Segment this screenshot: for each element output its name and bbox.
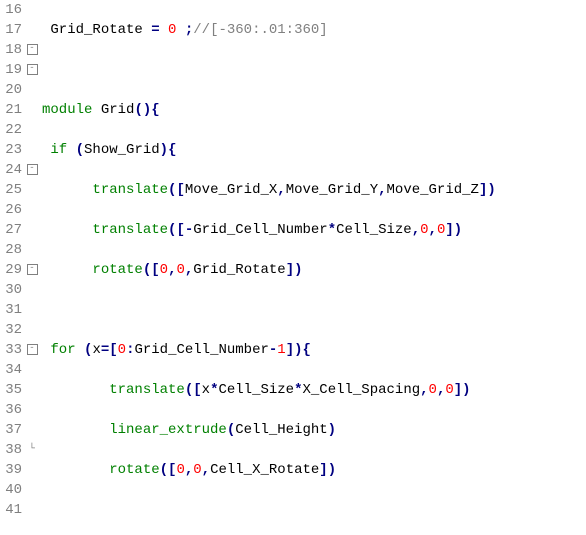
code-line[interactable] [42, 60, 586, 80]
fold-marker [26, 500, 38, 520]
fold-marker[interactable]: - [26, 340, 38, 360]
code-line[interactable]: translate([Move_Grid_X,Move_Grid_Y,Move_… [42, 180, 586, 200]
code-line[interactable]: translate([x*Cell_Size*X_Cell_Spacing,0,… [42, 380, 586, 400]
fold-marker[interactable]: - [26, 60, 38, 80]
line-number: 34 [0, 360, 22, 380]
code-line[interactable]: rotate([0,0,Grid_Rotate]) [42, 260, 586, 280]
line-number: 37 [0, 420, 22, 440]
line-number: 25 [0, 180, 22, 200]
fold-marker [26, 180, 38, 200]
fold-marker [26, 300, 38, 320]
line-number: 22 [0, 120, 22, 140]
fold-marker [26, 400, 38, 420]
code-line[interactable]: for (x=[0:Grid_Cell_Number-1]){ [42, 340, 586, 360]
line-number: 33 [0, 340, 22, 360]
line-number: 40 [0, 480, 22, 500]
fold-marker[interactable]: └ [26, 440, 38, 460]
fold-marker[interactable]: - [26, 160, 38, 180]
fold-marker [26, 120, 38, 140]
fold-gutter[interactable]: -----└ [26, 0, 38, 535]
line-number: 30 [0, 280, 22, 300]
code-line[interactable]: module Grid(){ [42, 100, 586, 120]
code-area[interactable]: Grid_Rotate = 0 ;//[-360:.01:360] module… [38, 0, 586, 535]
fold-marker [26, 480, 38, 500]
code-editor[interactable]: 1617181920212223242526272829303132333435… [0, 0, 586, 535]
fold-marker [26, 420, 38, 440]
fold-marker [26, 280, 38, 300]
line-number: 20 [0, 80, 22, 100]
code-line[interactable] [42, 500, 586, 520]
line-number: 21 [0, 100, 22, 120]
line-number: 23 [0, 140, 22, 160]
code-line[interactable]: translate([-Grid_Cell_Number*Cell_Size,0… [42, 220, 586, 240]
fold-marker [26, 220, 38, 240]
line-number: 39 [0, 460, 22, 480]
fold-marker[interactable]: - [26, 260, 38, 280]
line-number: 18 [0, 40, 22, 60]
line-number: 32 [0, 320, 22, 340]
line-number: 24 [0, 160, 22, 180]
line-number: 17 [0, 20, 22, 40]
fold-marker [26, 20, 38, 40]
fold-marker [26, 320, 38, 340]
line-number: 31 [0, 300, 22, 320]
fold-marker [26, 200, 38, 220]
line-number: 36 [0, 400, 22, 420]
code-line[interactable]: rotate([0,0,Cell_X_Rotate]) [42, 460, 586, 480]
line-number: 28 [0, 240, 22, 260]
fold-marker [26, 140, 38, 160]
line-number: 38 [0, 440, 22, 460]
line-number: 41 [0, 500, 22, 520]
line-number: 29 [0, 260, 22, 280]
fold-marker [26, 360, 38, 380]
line-number: 26 [0, 200, 22, 220]
line-number: 27 [0, 220, 22, 240]
line-number: 16 [0, 0, 22, 20]
line-number: 19 [0, 60, 22, 80]
line-number: 35 [0, 380, 22, 400]
fold-marker [26, 240, 38, 260]
code-line[interactable]: Grid_Rotate = 0 ;//[-360:.01:360] [42, 20, 586, 40]
line-number-gutter: 1617181920212223242526272829303132333435… [0, 0, 26, 535]
fold-marker [26, 380, 38, 400]
code-line[interactable]: if (Show_Grid){ [42, 140, 586, 160]
fold-marker [26, 80, 38, 100]
fold-marker[interactable]: - [26, 40, 38, 60]
fold-marker [26, 0, 38, 20]
code-line[interactable] [42, 300, 586, 320]
fold-marker [26, 460, 38, 480]
fold-marker [26, 100, 38, 120]
code-line[interactable]: linear_extrude(Cell_Height) [42, 420, 586, 440]
